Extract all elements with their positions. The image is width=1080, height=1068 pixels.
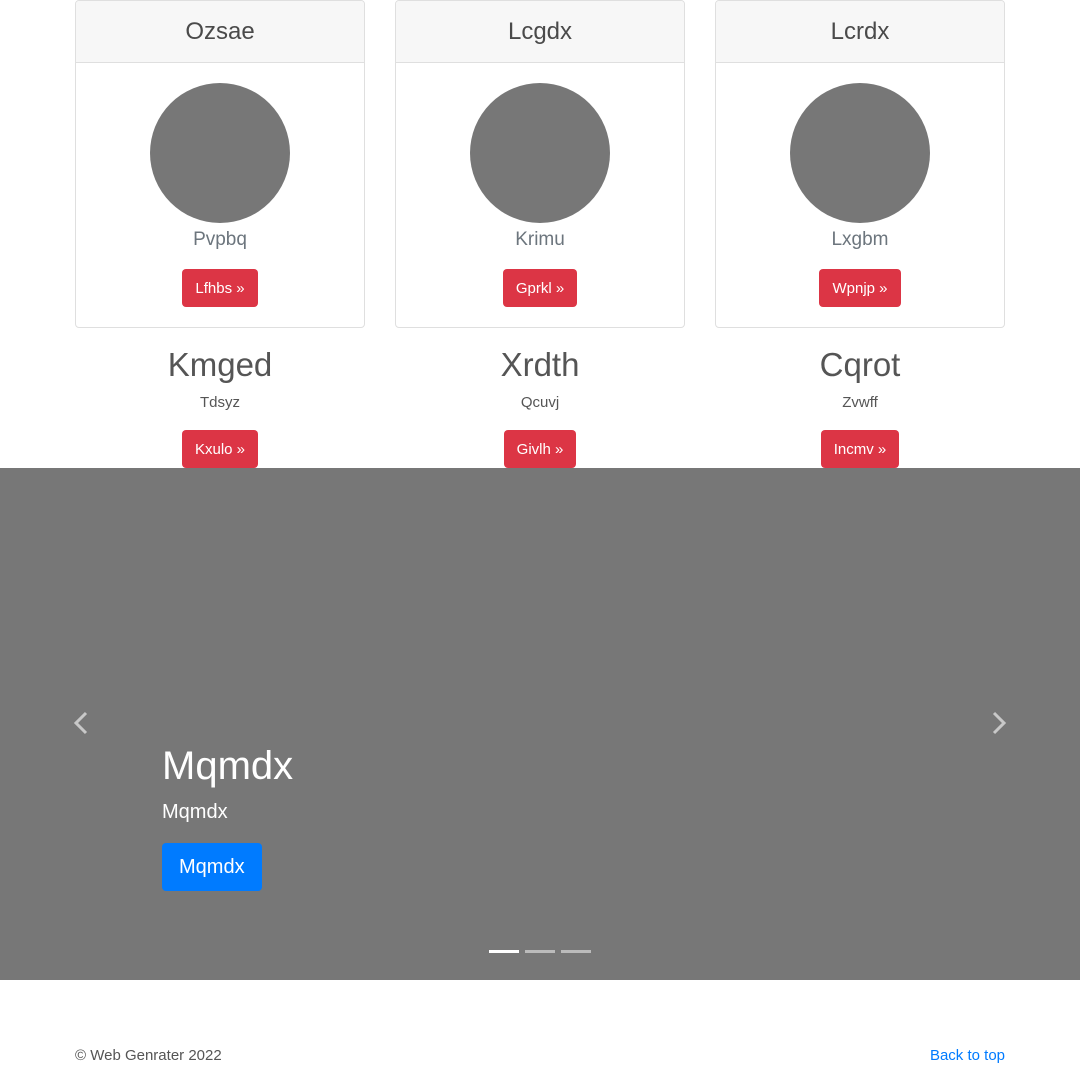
column-button[interactable]: Kxulo » [181, 430, 259, 468]
carousel-prev-button[interactable] [67, 708, 97, 738]
card: Ozsae Pvpbq Lfhbs » [75, 0, 365, 328]
card: Lcgdx Krimu Gprkl » [395, 0, 685, 328]
column-button[interactable]: Incmv » [820, 430, 900, 468]
column-button[interactable]: Givlh » [503, 430, 577, 468]
column-text: Qcuvj [520, 394, 560, 411]
carousel-indicator[interactable] [525, 950, 555, 953]
column-heading: Cqrot [819, 346, 901, 383]
footer-copyright: © Web Genrater 2022 [75, 1047, 222, 1064]
column-heading: Xrdth [500, 346, 580, 383]
feature-column: Kmged Tdsyz Kxulo » [75, 340, 365, 468]
carousel-text: Mqmdx [162, 801, 228, 823]
column-text: Tdsyz [199, 394, 240, 411]
carousel: Mqmdx Mqmdx Mqmdx [0, 468, 1080, 980]
card-row: Ozsae Pvpbq Lfhbs » Lcgdx Krimu Gprkl » … [75, 0, 1005, 328]
avatar-placeholder [470, 83, 610, 223]
carousel-indicators [489, 950, 591, 953]
back-to-top-link[interactable]: Back to top [930, 1047, 1005, 1064]
feature-column: Cqrot Zvwff Incmv » [715, 340, 1005, 468]
carousel-button[interactable]: Mqmdx [162, 843, 262, 891]
carousel-heading: Mqmdx [162, 744, 294, 788]
carousel-indicator[interactable] [489, 950, 519, 953]
chevron-left-icon [73, 711, 88, 735]
carousel-caption: Mqmdx Mqmdx Mqmdx [162, 740, 293, 891]
card-text: Lxgbm [831, 229, 889, 250]
card-text: Pvpbq [193, 229, 247, 250]
column-heading: Kmged [167, 346, 273, 383]
card-button[interactable]: Gprkl » [502, 269, 578, 307]
card-title: Ozsae [76, 1, 364, 63]
carousel-indicator[interactable] [561, 950, 591, 953]
card-title: Lcrdx [716, 1, 1004, 63]
card-title: Lcgdx [396, 1, 684, 63]
card-text: Krimu [515, 229, 565, 250]
chevron-right-icon [992, 711, 1007, 735]
avatar-placeholder [790, 83, 930, 223]
avatar-placeholder [150, 83, 290, 223]
feature-column: Xrdth Qcuvj Givlh » [395, 340, 685, 468]
card-button[interactable]: Lfhbs » [182, 269, 258, 307]
carousel-next-button[interactable] [983, 708, 1013, 738]
card: Lcrdx Lxgbm Wpnjp » [715, 0, 1005, 328]
column-text: Zvwff [842, 394, 878, 411]
card-button[interactable]: Wpnjp » [819, 269, 901, 307]
